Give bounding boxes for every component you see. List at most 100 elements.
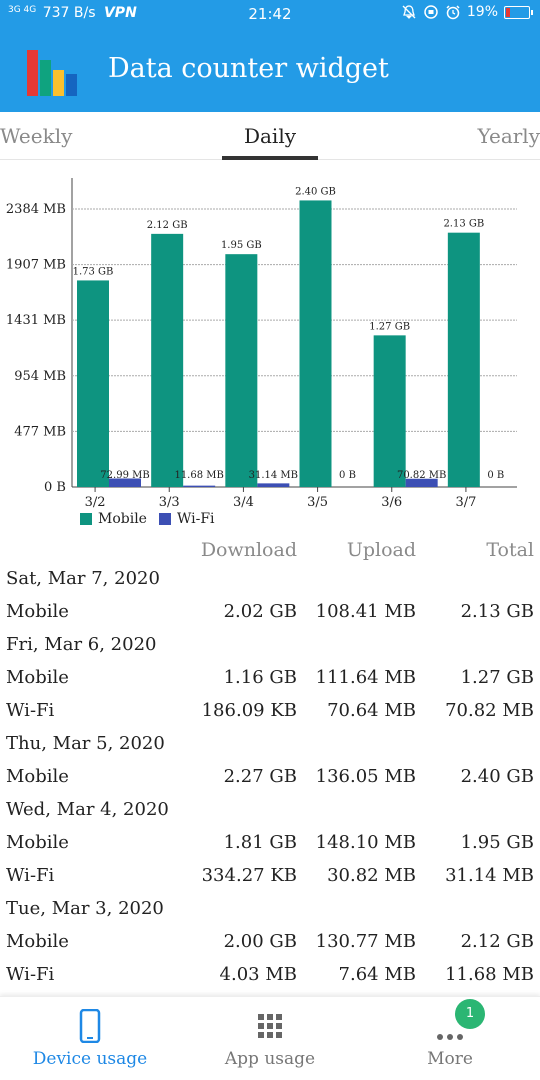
total-value: 31.14 MB bbox=[445, 865, 534, 886]
nav-label-app-usage: App usage bbox=[224, 1049, 316, 1069]
usage-table-header: Download Upload Total bbox=[0, 537, 540, 565]
bar-wifi bbox=[257, 483, 290, 487]
upload-value: 30.82 MB bbox=[327, 865, 416, 886]
usage-list: Sat, Mar 7, 2020 Mobile 2.02 GB 108.41 MB 2.… bbox=[0, 563, 540, 992]
network-label: Mobile bbox=[6, 931, 69, 952]
bar-mobile bbox=[225, 254, 258, 487]
upload-value: 108.41 MB bbox=[315, 601, 416, 622]
upload-value: 70.64 MB bbox=[327, 700, 416, 721]
y-tick-label: 1431 MB bbox=[6, 313, 66, 328]
network-label: Wi-Fi bbox=[6, 964, 55, 985]
network-label: Mobile bbox=[6, 832, 69, 853]
download-value: 1.16 GB bbox=[223, 667, 297, 688]
header-download: Download bbox=[200, 539, 297, 561]
bar-label-mobile: 1.73 GB bbox=[73, 266, 114, 277]
bar-mobile bbox=[299, 200, 332, 487]
usage-row: Mobile 2.00 GB 130.77 MB 2.12 GB bbox=[0, 926, 540, 959]
date-header-row: Fri, Mar 6, 2020 bbox=[0, 629, 540, 662]
usage-row: Mobile 1.16 GB 111.64 MB 1.27 GB bbox=[0, 662, 540, 695]
chart-legend: Mobile Wi-Fi bbox=[80, 511, 227, 527]
legend-label-mobile: Mobile bbox=[98, 511, 147, 527]
tab-daily[interactable]: Daily bbox=[222, 124, 318, 148]
bar-label-mobile: 2.40 GB bbox=[295, 186, 336, 197]
download-value: 334.27 KB bbox=[201, 865, 297, 886]
x-tick-label: 3/2 bbox=[85, 495, 106, 510]
bar-label-mobile: 2.12 GB bbox=[147, 220, 188, 231]
bar-label-wifi: 0 B bbox=[487, 470, 504, 481]
app-bar: Data counter widget bbox=[0, 30, 540, 112]
download-value: 2.27 GB bbox=[223, 766, 297, 787]
nav-more[interactable]: 1 More bbox=[360, 997, 540, 1080]
upload-value: 136.05 MB bbox=[315, 766, 416, 787]
date-header-row: Thu, Mar 5, 2020 bbox=[0, 728, 540, 761]
download-value: 2.02 GB bbox=[223, 601, 297, 622]
bar-label-wifi: 70.82 MB bbox=[397, 470, 446, 481]
x-tick-label: 3/3 bbox=[159, 495, 180, 510]
network-label: Mobile bbox=[6, 601, 69, 622]
legend-label-wifi: Wi-Fi bbox=[176, 511, 215, 527]
usage-chart-svg: 0 B 477 MB 954 MB 1431 MB 1907 MB 2384 MB 3/2 1… bbox=[6, 178, 517, 510]
x-tick-label: 3/6 bbox=[381, 495, 402, 510]
network-label: Mobile bbox=[6, 766, 69, 787]
y-tick-label: 954 MB bbox=[14, 369, 66, 384]
date-label: Wed, Mar 4, 2020 bbox=[6, 799, 169, 820]
download-value: 2.00 GB bbox=[223, 931, 297, 952]
network-label: Wi-Fi bbox=[6, 700, 55, 721]
status-bar: 3G 4G 737 B/s VPN 21:42 19% bbox=[0, 0, 540, 30]
bar-label-wifi: 11.68 MB bbox=[174, 470, 223, 481]
y-tick-label: 0 B bbox=[44, 480, 66, 495]
nav-app-usage[interactable]: App usage bbox=[180, 997, 360, 1080]
legend-swatch-mobile bbox=[80, 513, 92, 525]
tab-yearly[interactable]: Yearly bbox=[478, 124, 540, 148]
usage-row: Mobile 2.27 GB 136.05 MB 2.40 GB bbox=[0, 761, 540, 794]
bar-label-wifi: 0 B bbox=[339, 470, 356, 481]
total-value: 11.68 MB bbox=[445, 964, 534, 985]
x-tick-label: 3/7 bbox=[455, 495, 476, 510]
nav-label-more: More bbox=[427, 1049, 473, 1069]
usage-row: Mobile 2.02 GB 108.41 MB 2.13 GB bbox=[0, 596, 540, 629]
x-tick-label: 3/4 bbox=[233, 495, 254, 510]
date-label: Tue, Mar 3, 2020 bbox=[6, 898, 164, 919]
data-saver-icon bbox=[424, 5, 438, 19]
bar-mobile bbox=[77, 280, 109, 487]
bar-mobile bbox=[151, 233, 184, 487]
battery-percent: 19% bbox=[466, 4, 498, 20]
usage-row: Wi-Fi 334.27 KB 30.82 MB 31.14 MB bbox=[0, 860, 540, 893]
silent-icon bbox=[402, 5, 416, 19]
total-value: 1.27 GB bbox=[460, 667, 534, 688]
total-value: 2.13 GB bbox=[460, 601, 534, 622]
phone-icon bbox=[79, 1009, 101, 1043]
tab-weekly[interactable]: Weekly bbox=[0, 124, 72, 148]
date-header-row: Tue, Mar 3, 2020 bbox=[0, 893, 540, 926]
network-label: Wi-Fi bbox=[6, 865, 55, 886]
bar-chart-logo-icon bbox=[27, 50, 77, 96]
legend-item-wifi: Wi-Fi bbox=[158, 511, 215, 527]
legend-swatch-wifi bbox=[158, 513, 171, 525]
app-title: Data counter widget bbox=[108, 53, 389, 84]
download-value: 186.09 KB bbox=[201, 700, 297, 721]
battery-icon bbox=[504, 5, 533, 19]
date-label: Thu, Mar 5, 2020 bbox=[6, 733, 165, 754]
grid-icon bbox=[258, 1014, 282, 1038]
bar-wifi bbox=[183, 485, 216, 487]
alarm-icon bbox=[446, 5, 460, 20]
bottom-nav: Device usage App usage 1 More bbox=[0, 996, 540, 1080]
bar-mobile bbox=[447, 232, 480, 487]
x-tick-label: 3/5 bbox=[307, 495, 328, 510]
tab-indicator bbox=[222, 156, 318, 160]
total-value: 2.40 GB bbox=[460, 766, 534, 787]
date-label: Fri, Mar 6, 2020 bbox=[6, 634, 157, 655]
notification-badge: 1 bbox=[455, 999, 485, 1029]
y-tick-label: 2384 MB bbox=[6, 202, 66, 217]
nav-device-usage[interactable]: Device usage bbox=[0, 997, 180, 1080]
upload-value: 130.77 MB bbox=[315, 931, 416, 952]
date-header-row: Wed, Mar 4, 2020 bbox=[0, 794, 540, 827]
nav-label-device-usage: Device usage bbox=[32, 1049, 148, 1069]
network-label: Mobile bbox=[6, 667, 69, 688]
date-header-row: Sat, Mar 7, 2020 bbox=[0, 563, 540, 596]
y-tick-label: 1907 MB bbox=[6, 258, 66, 273]
total-value: 2.12 GB bbox=[460, 931, 534, 952]
bar-label-mobile: 1.95 GB bbox=[221, 240, 262, 251]
legend-item-mobile: Mobile bbox=[80, 511, 147, 527]
download-value: 1.81 GB bbox=[223, 832, 297, 853]
